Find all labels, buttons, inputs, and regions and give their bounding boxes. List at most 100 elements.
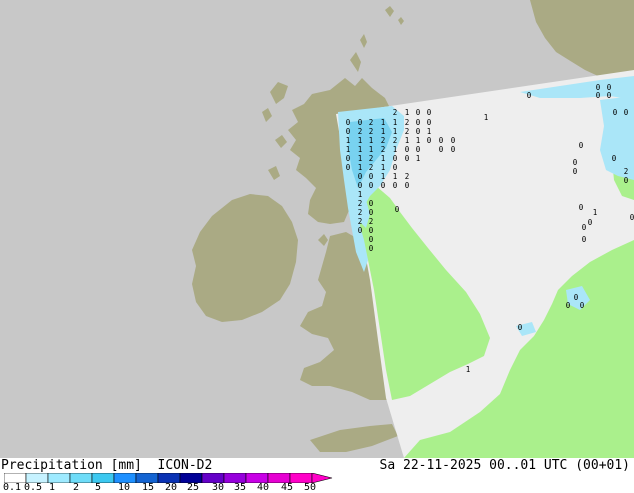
grid-value-label: 0 bbox=[427, 136, 432, 145]
grid-value-label: 0 bbox=[573, 167, 578, 176]
grid-value-label: 0 bbox=[381, 181, 386, 190]
grid-value-label: 0 bbox=[416, 145, 421, 154]
grid-value-label: 2 bbox=[393, 108, 398, 117]
grid-value-label: 0 bbox=[518, 323, 523, 332]
grid-value-label: 0 bbox=[582, 223, 587, 232]
grid-value-label: 0 bbox=[369, 244, 374, 253]
colorbar-tick-label: 25 bbox=[186, 482, 200, 493]
grid-value-label: 0 bbox=[369, 235, 374, 244]
grid-value-label: 0 bbox=[527, 91, 532, 100]
grid-value-label: 0 bbox=[346, 154, 351, 163]
grid-value-label: 2 bbox=[381, 145, 386, 154]
grid-value-label: 1 bbox=[369, 145, 374, 154]
grid-value-label: 0 bbox=[574, 293, 579, 302]
grid-value-label: 1 bbox=[466, 365, 471, 374]
grid-value-label: 0 bbox=[439, 136, 444, 145]
grid-value-label: 0 bbox=[346, 127, 351, 136]
grid-value-label: 0 bbox=[346, 163, 351, 172]
grid-value-label: 0 bbox=[358, 172, 363, 181]
grid-value-label: 0 bbox=[439, 145, 444, 154]
grid-value-label: 0 bbox=[630, 213, 634, 222]
grid-value-label: 1 bbox=[358, 154, 363, 163]
grid-value-label: 0 bbox=[369, 208, 374, 217]
grid-value-label: 0 bbox=[358, 181, 363, 190]
grid-value-label: 2 bbox=[369, 163, 374, 172]
colorbar-tick-label: 2 bbox=[72, 482, 80, 493]
grid-value-label: 0 bbox=[416, 108, 421, 117]
grid-value-label: 0 bbox=[405, 145, 410, 154]
grid-value-label: 2 bbox=[369, 217, 374, 226]
grid-value-label: 0 bbox=[588, 218, 593, 227]
grid-value-label: 0 bbox=[358, 226, 363, 235]
grid-value-label: 1 bbox=[358, 136, 363, 145]
grid-value-label: 0 bbox=[427, 118, 432, 127]
grid-value-label: 0 bbox=[613, 108, 618, 117]
grid-value-label: 2 bbox=[624, 167, 629, 176]
grid-value-label: 1 bbox=[381, 172, 386, 181]
grid-value-label: 0 bbox=[582, 235, 587, 244]
grid-value-label: 2 bbox=[369, 154, 374, 163]
grid-value-label: 1 bbox=[381, 154, 386, 163]
colorbar-tick-label: 15 bbox=[141, 482, 155, 493]
grid-value-label: 1 bbox=[416, 154, 421, 163]
grid-value-label: 0 bbox=[358, 118, 363, 127]
colorbar-tick-label: 0.5 bbox=[23, 482, 43, 493]
valid-time: Sa 22-11-2025 00..01 UTC (00+01) bbox=[379, 458, 630, 473]
grid-value-label: 0 bbox=[393, 154, 398, 163]
grid-value-label: 2 bbox=[405, 172, 410, 181]
colorbar-tick-label: 30 bbox=[211, 482, 225, 493]
grid-value-label: 1 bbox=[484, 113, 489, 122]
grid-value-label: 0 bbox=[612, 154, 617, 163]
grid-value-label: 1 bbox=[393, 172, 398, 181]
grid-value-label: 1 bbox=[405, 108, 410, 117]
grid-value-label: 1 bbox=[416, 136, 421, 145]
grid-value-label: 1 bbox=[381, 118, 386, 127]
grid-value-label: 2 bbox=[405, 118, 410, 127]
grid-value-label: 0 bbox=[451, 145, 456, 154]
colorbar-tick-label: 35 bbox=[233, 482, 247, 493]
grid-value-label: 2 bbox=[358, 208, 363, 217]
colorbar-tick-label: 1 bbox=[48, 482, 56, 493]
grid-value-label: 1 bbox=[346, 145, 351, 154]
grid-value-label: 1 bbox=[381, 127, 386, 136]
grid-value-label: 1 bbox=[369, 136, 374, 145]
grid-value-label: 2 bbox=[405, 127, 410, 136]
grid-value-label: 2 bbox=[358, 217, 363, 226]
grid-value-label: 0 bbox=[369, 226, 374, 235]
grid-value-label: 2 bbox=[393, 136, 398, 145]
grid-value-label: 0 bbox=[395, 205, 400, 214]
grid-value-label: 2 bbox=[358, 199, 363, 208]
grid-value-label: 1 bbox=[427, 127, 432, 136]
grid-value-label: 0 bbox=[580, 301, 585, 310]
grid-value-label: 0 bbox=[393, 163, 398, 172]
colorbar-tick-label: 20 bbox=[164, 482, 178, 493]
grid-value-label: 0 bbox=[566, 301, 571, 310]
colorbar-tick-label: 45 bbox=[280, 482, 294, 493]
grid-value-label: 1 bbox=[358, 163, 363, 172]
chart-title: Precipitation [mm] ICON-D2 bbox=[1, 458, 213, 473]
grid-value-label: 1 bbox=[405, 136, 410, 145]
colorbar-tick-label: 50 bbox=[303, 482, 317, 493]
grid-value-label: 1 bbox=[593, 208, 598, 217]
grid-value-label: 0 bbox=[405, 154, 410, 163]
colorbar-tick-label: 10 bbox=[117, 482, 131, 493]
grid-value-label: 0 bbox=[393, 181, 398, 190]
grid-value-label: 0 bbox=[416, 118, 421, 127]
colorbar-tick-label: 5 bbox=[94, 482, 102, 493]
grid-value-label: 0 bbox=[416, 127, 421, 136]
grid-value-label: 0 bbox=[624, 176, 629, 185]
grid-value-label: 0 bbox=[346, 118, 351, 127]
colorbar-tick-label: 0.1 bbox=[2, 482, 22, 493]
grid-value-label: 0 bbox=[405, 181, 410, 190]
grid-value-label: 1 bbox=[358, 190, 363, 199]
grid-value-label: 1 bbox=[358, 145, 363, 154]
grid-value-label: 0 bbox=[369, 172, 374, 181]
grid-value-label: 0 bbox=[579, 203, 584, 212]
grid-value-label: 0 bbox=[573, 158, 578, 167]
grid-value-label: 0 bbox=[624, 108, 629, 117]
grid-value-label: 1 bbox=[393, 118, 398, 127]
grid-value-label: 1 bbox=[393, 145, 398, 154]
precipitation-map: 2100002112000221120111122110001112100000… bbox=[0, 0, 634, 458]
grid-value-label: 0 bbox=[607, 91, 612, 100]
grid-value-label: 0 bbox=[596, 91, 601, 100]
